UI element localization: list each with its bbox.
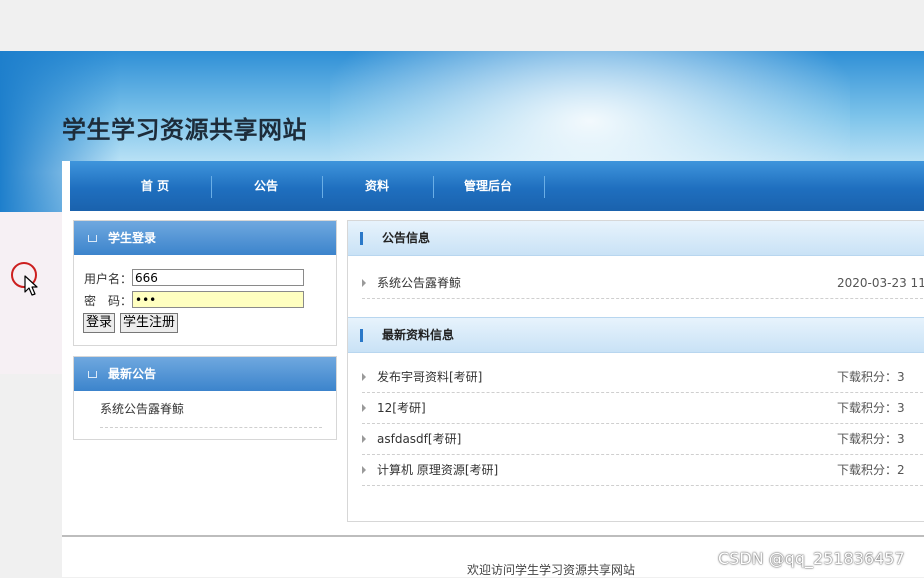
nav-separator bbox=[544, 176, 545, 198]
notice-row[interactable]: 系统公告露脊鲸 2020-03-23 11:4 bbox=[362, 268, 924, 299]
resource-title[interactable]: asfdasdf[考研] bbox=[377, 424, 461, 454]
resource-panel-header: 最新资料信息 bbox=[348, 317, 924, 353]
latest-notice-link[interactable]: 系统公告露脊鲸 bbox=[100, 400, 184, 417]
resource-title[interactable]: 12[考研] bbox=[377, 393, 426, 423]
nav-item-resources[interactable]: 资料 bbox=[322, 161, 432, 211]
resource-panel-title: 最新资料信息 bbox=[382, 328, 455, 342]
resource-row[interactable]: asfdasdf[考研] 下载积分：3 bbox=[362, 424, 924, 455]
resource-title[interactable]: 发布宇哥资料[考研] bbox=[377, 362, 482, 392]
bullet-arrow-icon bbox=[362, 373, 366, 381]
login-button[interactable]: 登录 bbox=[83, 313, 116, 333]
login-box: 学生登录 用户名： 666 密 码： ••• 登录 学生注册 bbox=[73, 220, 337, 346]
csdn-watermark: CSDN @qq_251836457 bbox=[718, 549, 905, 568]
resource-row[interactable]: 12[考研] 下载积分：3 bbox=[362, 393, 924, 424]
site-title: 学生学习资源共享网站 bbox=[62, 116, 307, 144]
footer-text: 欢迎访问学生学习资源共享网站 bbox=[467, 563, 636, 577]
notice-panel-title: 公告信息 bbox=[382, 231, 431, 245]
resource-points: 下载积分：2 bbox=[837, 463, 905, 477]
footer-divider bbox=[62, 535, 924, 537]
bullet-arrow-icon bbox=[362, 435, 366, 443]
bullet-arrow-icon bbox=[362, 279, 366, 287]
latest-notice-header: 最新公告 bbox=[74, 357, 336, 391]
notice-panel-header: 公告信息 bbox=[348, 221, 924, 256]
content-panel: 公告信息 系统公告露脊鲸 2020-03-23 11:4 最新资料信息 发布宇哥… bbox=[347, 220, 924, 522]
nav-item-notices[interactable]: 公告 bbox=[211, 161, 321, 211]
resource-points: 下载积分：3 bbox=[837, 401, 905, 415]
resource-points: 下载积分：3 bbox=[837, 370, 905, 384]
register-button[interactable]: 学生注册 bbox=[120, 313, 179, 333]
main-nav: 首 页 公告 资料 管理后台 bbox=[70, 161, 924, 211]
login-title: 学生登录 bbox=[108, 231, 157, 245]
mouse-cursor-icon bbox=[11, 262, 38, 296]
resource-row[interactable]: 发布宇哥资料[考研] 下载积分：3 bbox=[362, 362, 924, 393]
list-item: 系统公告露脊鲸 bbox=[100, 397, 322, 428]
nav-item-admin[interactable]: 管理后台 bbox=[433, 161, 543, 211]
bullet-arrow-icon bbox=[362, 466, 366, 474]
latest-notice-title: 最新公告 bbox=[108, 367, 157, 381]
password-label: 密 码： bbox=[84, 294, 133, 308]
resource-title[interactable]: 计算机 原理资源[考研] bbox=[377, 455, 498, 485]
latest-notice-box: 最新公告 系统公告露脊鲸 bbox=[73, 356, 337, 440]
nav-item-home[interactable]: 首 页 bbox=[100, 161, 210, 211]
notice-date: 2020-03-23 11:4 bbox=[837, 276, 924, 290]
header-bar-icon bbox=[360, 329, 363, 342]
header-bar-icon bbox=[360, 232, 363, 245]
resource-points: 下载积分：3 bbox=[837, 432, 905, 446]
resource-row[interactable]: 计算机 原理资源[考研] 下载积分：2 bbox=[362, 455, 924, 486]
username-input[interactable]: 666 bbox=[132, 269, 304, 286]
notice-title[interactable]: 系统公告露脊鲸 bbox=[377, 268, 461, 298]
bullet-arrow-icon bbox=[362, 404, 366, 412]
page-container: 首 页 公告 资料 管理后台 学生登录 用户名： 666 密 码： ••• 登录… bbox=[62, 161, 924, 577]
login-box-header: 学生登录 bbox=[74, 221, 336, 255]
password-input[interactable]: ••• bbox=[132, 291, 304, 308]
username-label: 用户名： bbox=[84, 272, 133, 286]
box-icon bbox=[88, 235, 97, 242]
box-icon bbox=[88, 371, 97, 378]
click-ring-icon bbox=[10, 262, 42, 301]
